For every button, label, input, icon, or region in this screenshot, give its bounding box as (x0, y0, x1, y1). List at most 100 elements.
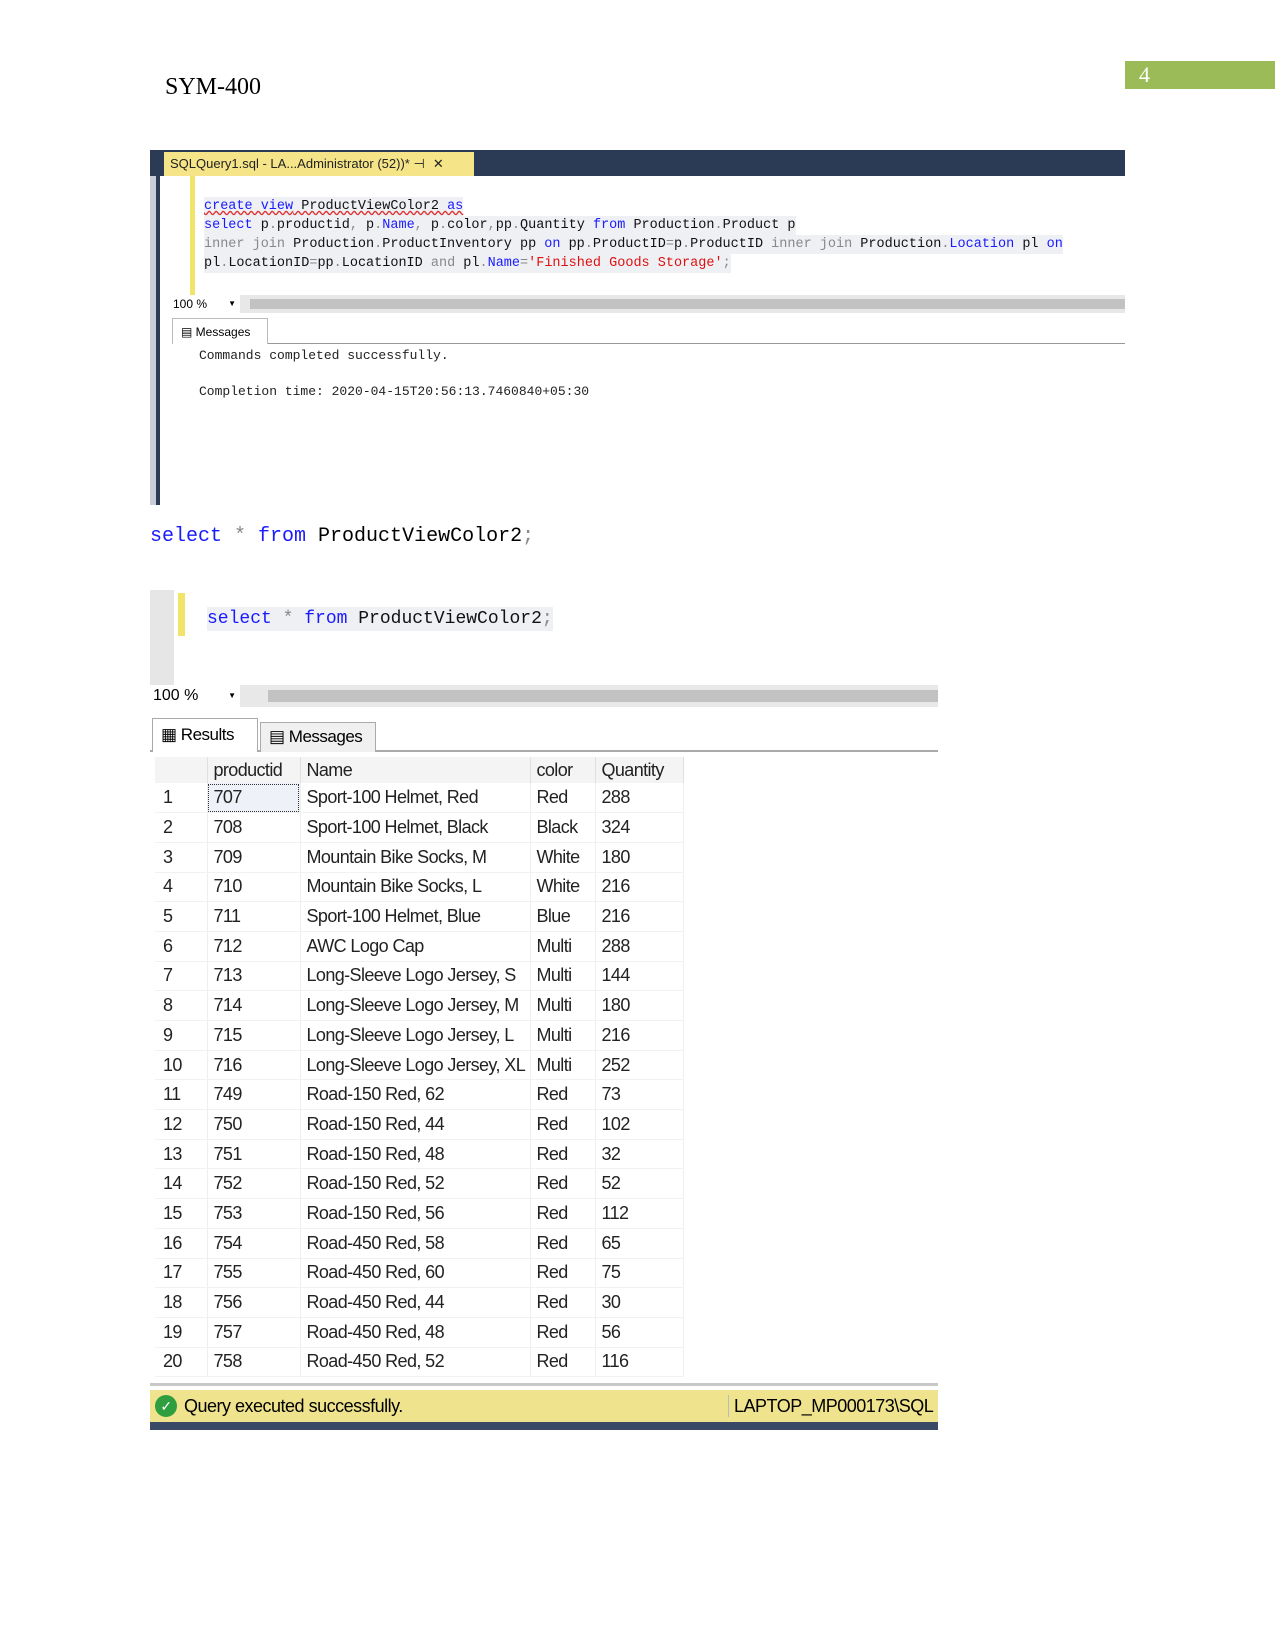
productid-cell[interactable]: 708 (207, 812, 301, 843)
table-row[interactable]: 5 711 Sport-100 Helmet, Blue Blue 216 (155, 901, 684, 932)
row-number[interactable]: 14 (155, 1168, 208, 1200)
sql-editor[interactable]: select * from ProductViewColor2; (207, 607, 553, 631)
name-cell[interactable]: Road-150 Red, 62 (300, 1079, 531, 1111)
name-cell[interactable]: Road-450 Red, 60 (300, 1258, 531, 1289)
quantity-cell[interactable]: 32 (595, 1139, 684, 1170)
productid-cell[interactable]: 755 (207, 1258, 301, 1289)
name-cell[interactable]: Road-150 Red, 44 (300, 1109, 531, 1140)
row-number[interactable]: 8 (155, 990, 208, 1021)
tab-results[interactable]: ▦ Results (152, 718, 258, 752)
column-header[interactable]: Name (300, 757, 531, 783)
name-cell[interactable]: Road-450 Red, 48 (300, 1317, 531, 1348)
productid-cell[interactable]: 757 (207, 1317, 301, 1348)
productid-cell[interactable]: 714 (207, 990, 301, 1021)
productid-cell[interactable]: 709 (207, 842, 301, 873)
table-row[interactable]: 14 752 Road-150 Red, 52 Red 52 (155, 1168, 684, 1200)
row-number[interactable]: 15 (155, 1198, 208, 1229)
table-row[interactable]: 7 713 Long-Sleeve Logo Jersey, S Multi 144 (155, 961, 684, 992)
row-number[interactable]: 3 (155, 842, 208, 873)
color-cell[interactable]: Red (530, 1287, 596, 1318)
quantity-cell[interactable]: 102 (595, 1109, 684, 1140)
name-cell[interactable]: Road-450 Red, 58 (300, 1228, 531, 1259)
row-number[interactable]: 1 (155, 783, 208, 814)
color-cell[interactable]: Multi (530, 931, 596, 962)
productid-cell[interactable]: 758 (207, 1347, 301, 1378)
row-number[interactable]: 2 (155, 812, 208, 843)
table-row[interactable]: 15 753 Road-150 Red, 56 Red 112 (155, 1198, 684, 1229)
color-cell[interactable]: Blue (530, 901, 596, 932)
table-row[interactable]: 12 750 Road-150 Red, 44 Red 102 (155, 1109, 684, 1140)
horizontal-scrollbar[interactable] (250, 299, 1125, 309)
color-cell[interactable]: Red (530, 1258, 596, 1289)
table-row[interactable]: 19 757 Road-450 Red, 48 Red 56 (155, 1317, 684, 1348)
row-number[interactable]: 20 (155, 1347, 208, 1378)
color-cell[interactable]: Red (530, 783, 596, 814)
column-header[interactable]: color (530, 757, 596, 783)
row-number[interactable]: 5 (155, 901, 208, 932)
color-cell[interactable]: Multi (530, 1020, 596, 1051)
tab-messages[interactable]: ▤ Messages (260, 722, 376, 752)
color-cell[interactable]: White (530, 842, 596, 873)
tab-messages[interactable]: ▤ Messages (172, 318, 268, 344)
productid-cell[interactable]: 710 (207, 872, 301, 903)
table-row[interactable]: 4 710 Mountain Bike Socks, L White 216 (155, 872, 684, 903)
color-cell[interactable]: Red (530, 1079, 596, 1111)
productid-cell[interactable]: 751 (207, 1139, 301, 1170)
row-number[interactable]: 12 (155, 1109, 208, 1140)
row-number[interactable]: 17 (155, 1258, 208, 1289)
color-cell[interactable]: Black (530, 812, 596, 843)
table-row[interactable]: 11 749 Road-150 Red, 62 Red 73 (155, 1079, 684, 1111)
name-cell[interactable]: Long-Sleeve Logo Jersey, XL (300, 1050, 531, 1081)
quantity-cell[interactable]: 30 (595, 1287, 684, 1318)
name-cell[interactable]: Road-150 Red, 56 (300, 1198, 531, 1229)
color-cell[interactable]: Multi (530, 990, 596, 1021)
name-cell[interactable]: Mountain Bike Socks, M (300, 842, 531, 873)
table-row[interactable]: 17 755 Road-450 Red, 60 Red 75 (155, 1258, 684, 1289)
quantity-cell[interactable]: 52 (595, 1168, 684, 1200)
quantity-cell[interactable]: 216 (595, 1020, 684, 1051)
name-cell[interactable]: Long-Sleeve Logo Jersey, M (300, 990, 531, 1021)
productid-cell[interactable]: 752 (207, 1168, 301, 1200)
quantity-cell[interactable]: 75 (595, 1258, 684, 1289)
quantity-cell[interactable]: 180 (595, 990, 684, 1021)
quantity-cell[interactable]: 112 (595, 1198, 684, 1229)
name-cell[interactable]: Road-150 Red, 52 (300, 1168, 531, 1200)
quantity-cell[interactable]: 288 (595, 931, 684, 962)
productid-cell[interactable]: 716 (207, 1050, 301, 1081)
sql-editor[interactable]: create view ProductViewColor2 as select p… (204, 197, 1063, 273)
color-cell[interactable]: Multi (530, 1050, 596, 1081)
table-row[interactable]: 20 758 Road-450 Red, 52 Red 116 (155, 1347, 684, 1378)
table-row[interactable]: 1 707 Sport-100 Helmet, Red Red 288 (155, 783, 684, 814)
quantity-cell[interactable]: 216 (595, 872, 684, 903)
quantity-cell[interactable]: 180 (595, 842, 684, 873)
quantity-cell[interactable]: 144 (595, 961, 684, 992)
name-cell[interactable]: Mountain Bike Socks, L (300, 872, 531, 903)
color-cell[interactable]: Red (530, 1168, 596, 1200)
productid-cell[interactable]: 711 (207, 901, 301, 932)
table-row[interactable]: 8 714 Long-Sleeve Logo Jersey, M Multi 180 (155, 990, 684, 1021)
quantity-cell[interactable]: 56 (595, 1317, 684, 1348)
row-number[interactable]: 11 (155, 1079, 208, 1111)
color-cell[interactable]: Multi (530, 961, 596, 992)
zoom-select[interactable]: 100 % ▼ (150, 685, 240, 707)
quantity-cell[interactable]: 252 (595, 1050, 684, 1081)
name-cell[interactable]: Sport-100 Helmet, Black (300, 812, 531, 843)
quantity-cell[interactable]: 65 (595, 1228, 684, 1259)
row-number[interactable]: 9 (155, 1020, 208, 1051)
quantity-cell[interactable]: 288 (595, 783, 684, 814)
table-row[interactable]: 18 756 Road-450 Red, 44 Red 30 (155, 1287, 684, 1318)
quantity-cell[interactable]: 116 (595, 1347, 684, 1378)
horizontal-scrollbar[interactable] (268, 690, 938, 702)
productid-cell[interactable]: 712 (207, 931, 301, 962)
table-row[interactable]: 2 708 Sport-100 Helmet, Black Black 324 (155, 812, 684, 843)
row-number[interactable]: 10 (155, 1050, 208, 1081)
table-row[interactable]: 10 716 Long-Sleeve Logo Jersey, XL Multi 252 (155, 1050, 684, 1081)
row-number[interactable]: 7 (155, 961, 208, 992)
color-cell[interactable]: Red (530, 1198, 596, 1229)
name-cell[interactable]: Road-150 Red, 48 (300, 1139, 531, 1170)
color-cell[interactable]: Red (530, 1109, 596, 1140)
zoom-select[interactable]: 100 % ▼ (170, 295, 240, 313)
name-cell[interactable]: Long-Sleeve Logo Jersey, L (300, 1020, 531, 1051)
table-row[interactable]: 13 751 Road-150 Red, 48 Red 32 (155, 1139, 684, 1170)
name-cell[interactable]: Sport-100 Helmet, Blue (300, 901, 531, 932)
